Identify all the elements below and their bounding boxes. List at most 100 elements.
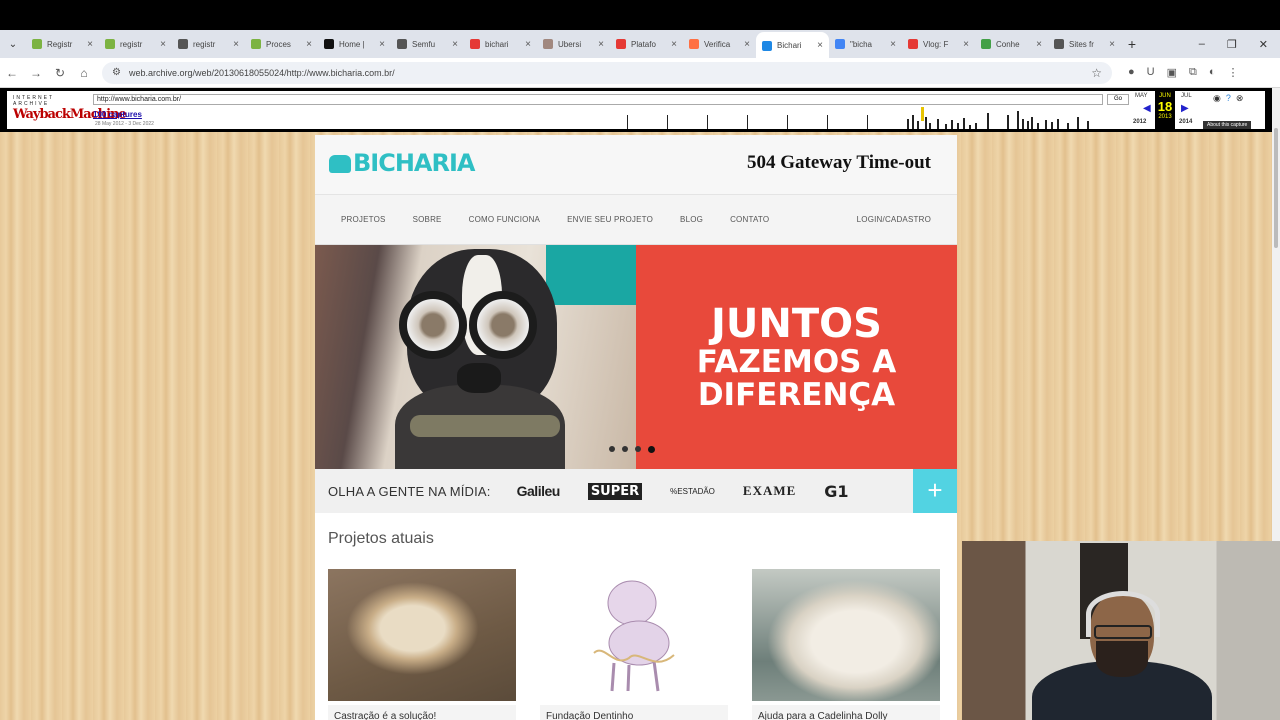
- extensions-puzzle-icon[interactable]: ⧉: [1189, 66, 1197, 79]
- new-tab-button[interactable]: +: [1121, 36, 1143, 52]
- menu-icon[interactable]: ⋮: [1228, 66, 1239, 79]
- tab-close-icon[interactable]: ×: [525, 39, 531, 50]
- browser-tab[interactable]: Bichari ×: [756, 32, 829, 59]
- wayback-url-input[interactable]: http://www.bicharia.com.br/: [93, 94, 1103, 105]
- nav-contato[interactable]: CONTATO: [730, 215, 769, 224]
- forward-icon[interactable]: →: [24, 66, 48, 80]
- tab-close-icon[interactable]: ×: [306, 39, 312, 50]
- nav-sobre[interactable]: SOBRE: [413, 215, 442, 224]
- browser-tab[interactable]: Ubersi ×: [537, 32, 610, 56]
- back-icon[interactable]: ←: [0, 66, 24, 80]
- tab-close-icon[interactable]: ×: [671, 39, 677, 50]
- tab-close-icon[interactable]: ×: [233, 39, 239, 50]
- browser-tab[interactable]: Home | ×: [318, 32, 391, 56]
- project-image-fluffy-dog[interactable]: [752, 569, 940, 701]
- slider-dot[interactable]: [635, 446, 641, 452]
- more-media-button[interactable]: +: [913, 469, 957, 513]
- home-icon[interactable]: ⌂: [72, 66, 96, 80]
- browser-tab[interactable]: Sites fr ×: [1048, 32, 1121, 56]
- tab-close-icon[interactable]: ×: [1109, 39, 1115, 50]
- nav-blog[interactable]: BLOG: [680, 215, 703, 224]
- browser-tab[interactable]: Verifica ×: [683, 32, 756, 56]
- tab-close-icon[interactable]: ×: [598, 39, 604, 50]
- reload-icon[interactable]: ↻: [48, 66, 72, 80]
- project-image-sketch[interactable]: [540, 569, 728, 701]
- browser-tab[interactable]: registr ×: [99, 32, 172, 56]
- profile-icon[interactable]: ◐: [1209, 66, 1216, 79]
- project-card[interactable]: Ajuda para a Cadelinha Dolly: [752, 569, 940, 720]
- address-url[interactable]: web.archive.org/web/20130618055024/http:…: [129, 68, 1091, 78]
- captures-link[interactable]: 100 captures: [93, 110, 142, 119]
- project-card[interactable]: Fundação Dentinho: [540, 569, 728, 720]
- nav-envie-seu-projeto[interactable]: ENVIE SEU PROJETO: [567, 215, 653, 224]
- media-logo-galileu[interactable]: Galileu: [517, 483, 561, 499]
- browser-tab[interactable]: Vlog: F ×: [902, 32, 975, 56]
- minimize-icon[interactable]: –: [1199, 38, 1205, 51]
- project-image-dog[interactable]: [328, 569, 516, 701]
- wayback-toolbar: INTERNET ARCHIVE WaybackMachine http://w…: [4, 88, 1268, 132]
- browser-tab[interactable]: Proces ×: [245, 32, 318, 56]
- tab-close-icon[interactable]: ×: [160, 39, 166, 50]
- browser-tab[interactable]: "bicha ×: [829, 32, 902, 56]
- media-logo-estadao[interactable]: %ESTADÃO: [670, 487, 715, 496]
- bookmark-star-icon[interactable]: ☆: [1091, 66, 1102, 80]
- next-capture-arrow[interactable]: ▶: [1181, 103, 1189, 114]
- slider-dot[interactable]: [609, 446, 615, 452]
- restore-icon[interactable]: ❐: [1227, 38, 1237, 51]
- extension-icon[interactable]: ●: [1128, 66, 1135, 79]
- browser-tab[interactable]: bichari ×: [464, 32, 537, 56]
- project-caption[interactable]: Fundação Dentinho: [540, 705, 728, 720]
- project-caption[interactable]: Castração é a solução!: [328, 705, 516, 720]
- sparkline-bar: [827, 115, 828, 129]
- prev-year-label[interactable]: 2012: [1133, 119, 1146, 125]
- capture-sparkline[interactable]: [627, 105, 1097, 129]
- project-cards: Castração é a solução! Fundação Dentinho…: [328, 569, 940, 720]
- user-icon[interactable]: ◉: [1213, 93, 1221, 104]
- tab-close-icon[interactable]: ×: [744, 39, 750, 50]
- prev-month-label[interactable]: MAY: [1135, 93, 1148, 99]
- nav-como-funciona[interactable]: COMO FUNCIONA: [469, 215, 541, 224]
- nav-login-cadastro[interactable]: LOGIN/CADASTRO: [857, 215, 931, 224]
- nav-projetos[interactable]: PROJETOS: [341, 215, 386, 224]
- scrollbar-thumb[interactable]: [1274, 128, 1278, 248]
- prev-capture-arrow[interactable]: ◀: [1143, 103, 1151, 114]
- browser-tab[interactable]: Semfu ×: [391, 32, 464, 56]
- tab-close-icon[interactable]: ×: [890, 39, 896, 50]
- address-bar[interactable]: ⚙ web.archive.org/web/20130618055024/htt…: [102, 61, 1112, 84]
- help-icon[interactable]: ?: [1226, 93, 1231, 104]
- sparkline-bar: [1045, 120, 1047, 129]
- close-toolbar-icon[interactable]: ⊗: [1236, 93, 1244, 104]
- project-card[interactable]: Castração é a solução!: [328, 569, 516, 720]
- project-caption[interactable]: Ajuda para a Cadelinha Dolly: [752, 705, 940, 720]
- hero-banner[interactable]: JUNTOS FAZEMOS A DIFERENÇA: [315, 245, 957, 469]
- close-window-icon[interactable]: ✕: [1259, 38, 1268, 51]
- media-logo-g1[interactable]: G1: [824, 482, 848, 501]
- tab-search-icon[interactable]: ⌄: [0, 39, 26, 50]
- browser-tab[interactable]: Conhe ×: [975, 32, 1048, 56]
- tab-close-icon[interactable]: ×: [963, 39, 969, 50]
- wayback-go-button[interactable]: Go: [1107, 94, 1129, 105]
- tab-close-icon[interactable]: ×: [1036, 39, 1042, 50]
- site-info-icon[interactable]: ⚙: [112, 67, 121, 78]
- extension-icon[interactable]: ▣: [1167, 66, 1177, 79]
- site-logo[interactable]: BICHARIA: [329, 149, 475, 177]
- tab-close-icon[interactable]: ×: [379, 39, 385, 50]
- slider-dot-active[interactable]: [648, 446, 655, 453]
- browser-tab[interactable]: Registr ×: [26, 32, 99, 56]
- media-logo-exame[interactable]: EXAME: [743, 483, 796, 499]
- tab-close-icon[interactable]: ×: [87, 39, 93, 50]
- browser-tab[interactable]: Platafo ×: [610, 32, 683, 56]
- about-capture-link[interactable]: About this capture: [1203, 121, 1252, 129]
- wayback-logo[interactable]: INTERNET ARCHIVE WaybackMachine: [13, 95, 127, 125]
- extension-u-icon[interactable]: U: [1147, 66, 1155, 79]
- media-logo-super[interactable]: SUPER: [587, 482, 643, 500]
- next-month-label[interactable]: JUL: [1181, 93, 1192, 99]
- tab-favicon-icon: [689, 39, 699, 49]
- tab-close-icon[interactable]: ×: [452, 39, 458, 50]
- tab-favicon-icon: [1054, 39, 1064, 49]
- next-year-label[interactable]: 2014: [1179, 119, 1192, 125]
- media-label: OLHA A GENTE NA MÍDIA:: [328, 483, 491, 499]
- tab-close-icon[interactable]: ×: [817, 40, 823, 51]
- browser-tab[interactable]: registr ×: [172, 32, 245, 56]
- slider-dot[interactable]: [622, 446, 628, 452]
